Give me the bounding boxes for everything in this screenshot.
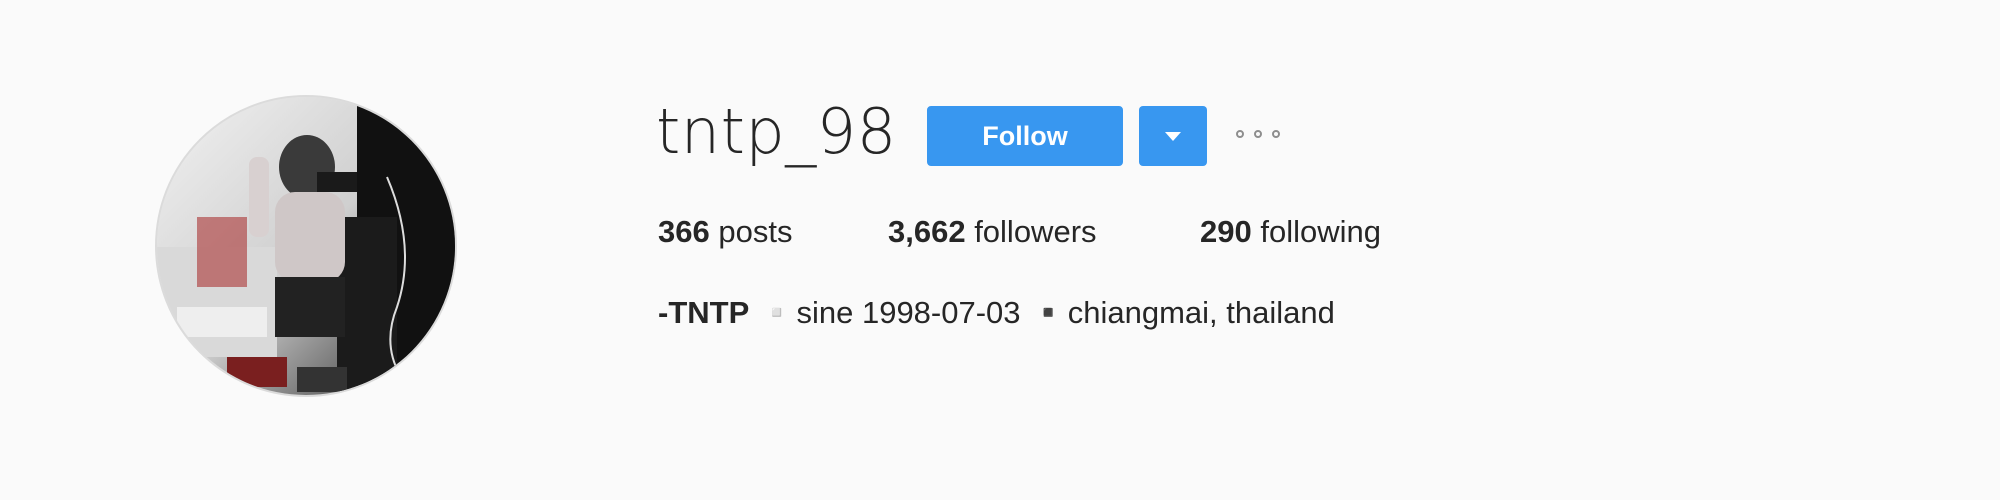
username: tntp_98 xyxy=(656,95,897,168)
followers-count[interactable]: 3,662 followers xyxy=(888,212,1097,252)
avatar-photo xyxy=(157,97,455,395)
caret-down-icon xyxy=(1165,132,1181,141)
posts-count: 366 posts xyxy=(658,212,792,252)
profile-page: tntp_98 Follow 366 posts 3,662 followers… xyxy=(0,0,2000,500)
more-options-icon xyxy=(1236,130,1244,138)
followers-label: followers xyxy=(965,214,1097,249)
following-label: following xyxy=(1251,214,1381,249)
follow-button[interactable]: Follow xyxy=(927,106,1123,166)
bio-name: -TNTP xyxy=(658,295,750,330)
profile-avatar[interactable] xyxy=(155,95,457,397)
more-options-icon xyxy=(1272,130,1280,138)
following-count[interactable]: 290 following xyxy=(1200,212,1381,252)
profile-bio: -TNTP ▫️sine 1998-07-03 ▪️chiangmai, tha… xyxy=(658,293,1335,333)
followers-number: 3,662 xyxy=(888,214,966,249)
more-options-button[interactable] xyxy=(1234,126,1286,146)
following-number: 290 xyxy=(1200,214,1252,249)
posts-number: 366 xyxy=(658,214,710,249)
posts-label: posts xyxy=(709,214,793,249)
more-options-icon xyxy=(1254,130,1262,138)
bio-text: ▫️sine 1998-07-03 ▪️chiangmai, thailand xyxy=(749,295,1335,330)
suggestions-dropdown-button[interactable] xyxy=(1139,106,1207,166)
